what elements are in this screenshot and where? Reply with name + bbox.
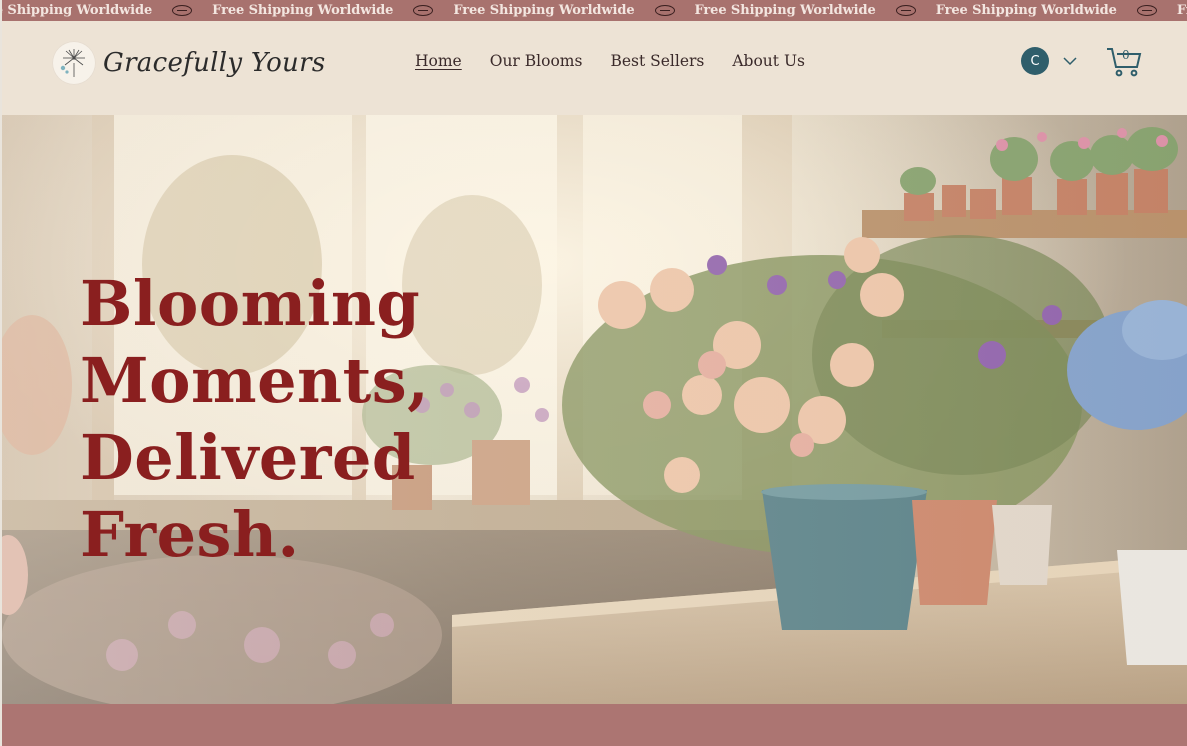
next-section-band xyxy=(2,704,1187,746)
oval-separator-icon xyxy=(172,5,193,16)
hero-title-line: Delivered xyxy=(80,421,416,494)
marquee-item: Free Shipping Worldwide xyxy=(695,0,936,21)
nav-best-sellers[interactable]: Best Sellers xyxy=(610,52,704,70)
marquee-text: Free Shipping Worldwide xyxy=(694,3,876,18)
oval-separator-icon xyxy=(895,5,916,16)
hero-title: Blooming Moments, Delivered Fresh. xyxy=(80,265,600,573)
nav-about-us[interactable]: About Us xyxy=(732,52,805,70)
main-nav: Home Our Blooms Best Sellers About Us xyxy=(415,52,805,70)
hero-title-line: Fresh. xyxy=(80,498,300,571)
cart-button[interactable]: 0 xyxy=(1105,45,1143,79)
brand-logo[interactable]: Gracefully Yours xyxy=(52,41,325,85)
marquee-text: Free Shipping Worldwide xyxy=(935,3,1117,18)
cart-count: 0 xyxy=(1122,48,1130,62)
marquee-item: Free Shipping Worldwide xyxy=(453,0,694,21)
oval-separator-icon xyxy=(654,5,675,16)
brand-name: Gracefully Yours xyxy=(103,48,326,78)
marquee-track: Free Shipping Worldwide Free Shipping Wo… xyxy=(2,0,1187,21)
account-menu[interactable]: C xyxy=(1021,47,1078,75)
nav-our-blooms[interactable]: Our Blooms xyxy=(490,52,583,70)
marquee-text: Free Shipping Worldwide xyxy=(212,3,394,18)
oval-separator-icon xyxy=(1136,5,1157,16)
marquee-text: Free Shipping Worldwide xyxy=(2,3,153,18)
hero-title-line: Moments, xyxy=(80,344,430,417)
chevron-down-icon[interactable] xyxy=(1062,53,1078,69)
page-left-edge xyxy=(0,0,2,746)
marquee-text: Free Shipping Worldwide xyxy=(453,3,635,18)
announcement-marquee: Free Shipping Worldwide Free Shipping Wo… xyxy=(2,0,1187,21)
oval-separator-icon xyxy=(413,5,434,16)
marquee-text: Free Shipping Worldwide xyxy=(1176,3,1187,18)
hero-section: Blooming Moments, Delivered Fresh. xyxy=(2,115,1187,704)
dandelion-icon xyxy=(52,41,96,85)
marquee-item: Free Shipping Worldwide xyxy=(936,0,1177,21)
marquee-item: Free Shipping Worldwide xyxy=(2,0,212,21)
marquee-item: Free Shipping Worldwide xyxy=(212,0,453,21)
hero-title-line: Blooming xyxy=(80,267,421,340)
marquee-item: Free Shipping Worldwide xyxy=(1177,0,1187,21)
site-header: Gracefully Yours Home Our Blooms Best Se… xyxy=(2,21,1187,115)
nav-home[interactable]: Home xyxy=(415,52,462,70)
avatar[interactable]: C xyxy=(1021,47,1049,75)
